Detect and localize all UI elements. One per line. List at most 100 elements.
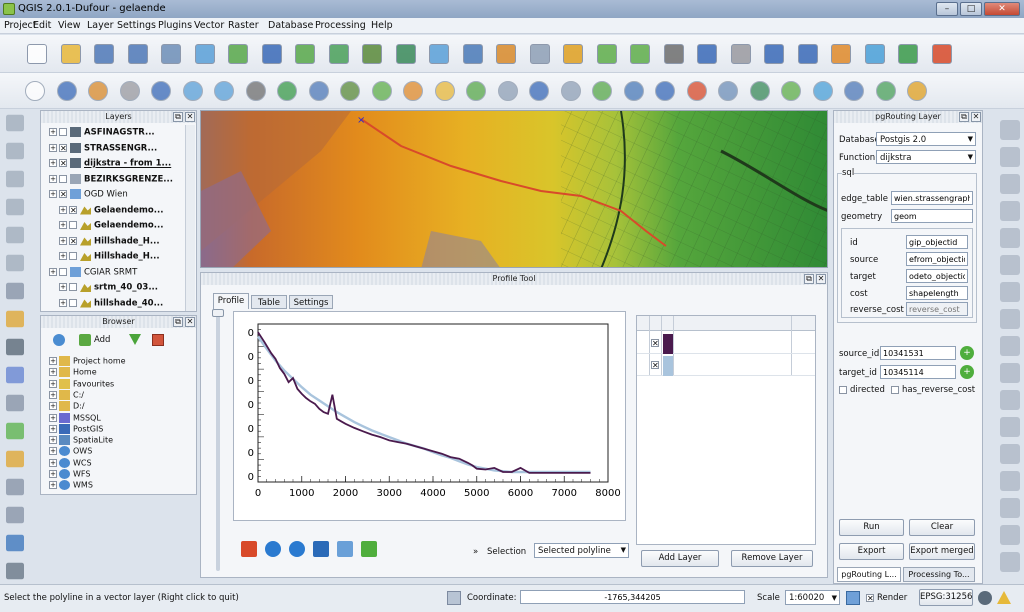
polygon-icon[interactable]: [6, 478, 24, 496]
close-icon[interactable]: ✕: [185, 112, 195, 122]
offset-icon[interactable]: [6, 226, 24, 244]
minimize-button[interactable]: –: [936, 2, 958, 16]
pan-icon[interactable]: [25, 81, 45, 101]
id-input[interactable]: [906, 235, 968, 249]
layers-scrollbar[interactable]: [185, 125, 195, 311]
stop-render-icon[interactable]: [846, 591, 860, 605]
digitizing-tool-icon[interactable]: [1000, 363, 1020, 383]
raster-tool-icon[interactable]: [6, 338, 24, 356]
menu-vector[interactable]: Vector: [194, 20, 224, 31]
add-feature-icon[interactable]: [529, 44, 550, 64]
source-id-input[interactable]: [880, 346, 956, 360]
calculator-icon[interactable]: [560, 81, 581, 101]
pin-label-icon[interactable]: [749, 81, 770, 101]
expand-icon[interactable]: +: [59, 283, 67, 291]
sum-icon[interactable]: [6, 366, 24, 384]
refresh-icon[interactable]: [53, 334, 65, 346]
move-icon[interactable]: [313, 541, 329, 557]
row-checkbox[interactable]: ✕: [651, 339, 659, 348]
digitizing-tool-icon[interactable]: [1000, 309, 1020, 329]
layer-item[interactable]: + hillshade_40...: [59, 298, 163, 311]
menu-edit[interactable]: Edit: [33, 20, 51, 31]
zoom-layer-icon[interactable]: [245, 81, 266, 101]
expand-icon[interactable]: +: [49, 447, 57, 456]
float-icon[interactable]: ⧉: [804, 274, 814, 284]
zoom-icon[interactable]: [831, 44, 851, 64]
layer-visibility-checkbox[interactable]: ✕: [59, 159, 67, 168]
layer-visibility-checkbox[interactable]: [59, 267, 67, 276]
layer-visibility-checkbox[interactable]: [69, 221, 77, 229]
label-icon[interactable]: [718, 81, 738, 101]
float-icon[interactable]: ⧉: [173, 317, 183, 327]
layer-visibility-checkbox[interactable]: [69, 298, 77, 307]
plugin-icon[interactable]: [630, 44, 650, 64]
layer-item[interactable]: + ✕ dijkstra - from 1...: [49, 158, 171, 171]
zoom-edit-icon[interactable]: [337, 541, 353, 557]
add-layer-button[interactable]: Add Layer: [641, 550, 719, 567]
digitizing-tool-icon[interactable]: [1000, 498, 1020, 518]
crs-button[interactable]: EPSG:31256: [919, 589, 973, 606]
layer-visibility-checkbox[interactable]: ✕: [59, 190, 67, 199]
target-input[interactable]: [906, 269, 968, 283]
expand-icon[interactable]: +: [49, 390, 57, 399]
save-check-icon[interactable]: [361, 541, 377, 557]
print-icon[interactable]: [161, 44, 181, 64]
expand-icon[interactable]: +: [59, 252, 67, 260]
expand-icon[interactable]: +: [49, 128, 57, 136]
expand-icon[interactable]: +: [59, 221, 67, 229]
pan-selection-icon[interactable]: [88, 81, 108, 101]
python-icon[interactable]: [496, 44, 516, 64]
maximize-button[interactable]: □: [960, 2, 982, 16]
add-raster-icon[interactable]: [295, 44, 315, 64]
cost-input[interactable]: [906, 286, 968, 300]
elevation-map[interactable]: ×: [201, 111, 828, 268]
plugin-icon[interactable]: [730, 44, 751, 64]
edit-icon[interactable]: [596, 44, 617, 64]
text-annotation-icon[interactable]: [686, 81, 707, 101]
map-canvas[interactable]: ×: [200, 110, 828, 268]
profile-icon[interactable]: [864, 44, 885, 64]
menu-project[interactable]: Project: [4, 20, 37, 31]
zoom-next-icon[interactable]: [340, 81, 360, 101]
profile-slider-handle[interactable]: [212, 309, 224, 317]
menu-help[interactable]: Help: [371, 20, 393, 31]
table-row[interactable]: ✕: [637, 356, 815, 376]
layer-item[interactable]: + srtm_40_03...: [59, 282, 158, 295]
digitizing-tool-icon[interactable]: [1000, 147, 1020, 167]
map-icon[interactable]: [6, 534, 24, 552]
menu-settings[interactable]: Settings: [117, 20, 156, 31]
digitizing-tool-icon[interactable]: [1000, 552, 1020, 572]
digitizing-tool-icon[interactable]: [1000, 282, 1020, 302]
layer-item[interactable]: + ✕ Hillshade_H...: [59, 236, 160, 249]
menu-raster[interactable]: Raster: [228, 20, 259, 31]
plugin-icon[interactable]: [697, 44, 717, 64]
layer-visibility-checkbox[interactable]: [69, 283, 77, 291]
table-row[interactable]: ✕: [637, 334, 815, 354]
source-input[interactable]: [906, 252, 968, 266]
target-id-input[interactable]: [880, 365, 956, 379]
coordinate-toggle-icon[interactable]: [447, 591, 461, 605]
pin-label-icon[interactable]: [781, 81, 801, 101]
directed-checkbox[interactable]: directed: [839, 385, 885, 395]
tab-settings[interactable]: Settings: [289, 295, 333, 309]
add-wms-icon[interactable]: [462, 44, 483, 64]
rotate-icon[interactable]: [6, 254, 24, 272]
measure-icon[interactable]: [497, 81, 518, 101]
reverse-cost-input[interactable]: [906, 302, 968, 316]
save-as-icon[interactable]: [127, 44, 148, 64]
checkbox-icon[interactable]: ✕: [866, 593, 874, 602]
zoom-selection-icon[interactable]: [277, 81, 297, 101]
geometry-input[interactable]: [891, 209, 973, 223]
more-icon[interactable]: [6, 562, 24, 580]
menu-layer[interactable]: Layer: [87, 20, 114, 31]
expand-icon[interactable]: +: [59, 298, 67, 307]
digitizing-tool-icon[interactable]: [1000, 228, 1020, 248]
map-tips-icon[interactable]: [592, 81, 612, 101]
selection-dropdown[interactable]: Selected polyline ▼: [534, 543, 629, 558]
scale-combo[interactable]: 1:60020 ▼: [785, 590, 840, 605]
expand-icon[interactable]: +: [49, 379, 57, 388]
bookmark-icon[interactable]: [623, 81, 644, 101]
help-icon[interactable]: [931, 44, 952, 64]
zoom-actual-icon[interactable]: [182, 81, 203, 101]
expand-icon[interactable]: +: [49, 424, 57, 433]
